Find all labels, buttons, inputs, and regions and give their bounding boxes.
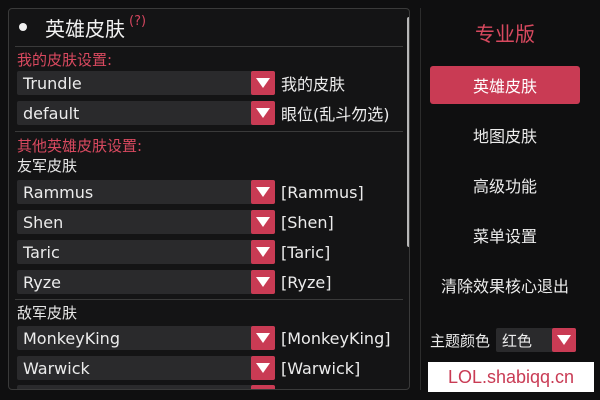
help-link[interactable]: (?) [129,14,146,29]
ally-row: Rammus [Rammus] [17,180,364,204]
chevron-down-icon[interactable] [251,326,275,350]
row-label: 眼位(乱斗勿选) [281,105,390,124]
nav-menu-settings[interactable]: 菜单设置 [430,216,580,254]
select-value: Shen [23,212,64,232]
nav-advanced[interactable]: 高级功能 [430,166,580,204]
my-skin-select[interactable]: Trundle [17,71,275,95]
row-label: [Rammus] [281,182,364,202]
row-label: [Ryze] [281,272,332,292]
ally-select[interactable]: Shen [17,210,275,234]
row-label: 我的皮肤 [281,75,346,94]
enemy-skin-label: 敌军皮肤 [17,304,78,322]
select-value: Rammus [23,182,94,202]
chevron-down-icon[interactable] [251,210,275,234]
chevron-down-icon[interactable] [251,71,275,95]
enemy-select[interactable] [17,385,275,389]
my-skin-row: Trundle 我的皮肤 [17,71,345,95]
chevron-down-icon[interactable] [251,240,275,264]
row-label: [MonkeyKing] [281,328,391,348]
select-value: MonkeyKing [23,328,120,348]
page-title: 英雄皮肤 [45,16,125,41]
ward-skin-select[interactable]: default [17,101,275,125]
bullet-icon [19,23,27,31]
my-skin-section-label: 我的皮肤设置: [17,51,113,69]
theme-color-label: 主题颜色 [430,331,491,350]
ward-skin-row: default 眼位(乱斗勿选) [17,101,390,125]
hero-skin-panel: 英雄皮肤 (?) 我的皮肤设置: Trundle 我的皮肤 default 眼位… [8,8,410,390]
row-label: [Taric] [281,242,331,262]
chevron-down-icon[interactable] [251,101,275,125]
theme-color-select[interactable]: 红色 [496,328,577,352]
nav-map-skin[interactable]: 地图皮肤 [430,116,580,154]
select-value: Warwick [23,358,90,378]
select-value: 红色 [502,331,533,350]
row-label: [Warwick] [281,358,361,378]
nav-hero-skin[interactable]: 英雄皮肤 [430,66,580,104]
enemy-select[interactable]: MonkeyKing [17,326,275,350]
chevron-down-icon[interactable] [251,385,275,389]
enemy-select[interactable]: Warwick [17,356,275,380]
ally-skin-label: 友军皮肤 [17,157,78,175]
ally-select[interactable]: Rammus [17,180,275,204]
ally-row: Taric [Taric] [17,240,330,264]
edition-label: 专业版 [475,22,535,46]
sidebar: 专业版 英雄皮肤 地图皮肤 高级功能 菜单设置 清除效果核心退出 主题颜色 红色 [420,0,600,400]
chevron-down-icon[interactable] [552,328,577,352]
other-skin-section-label: 其他英雄皮肤设置: [17,137,143,155]
theme-row: 主题颜色 红色 [430,328,577,352]
site-link[interactable]: LOL.shabiqq.cn [428,362,594,392]
ally-row: Shen [Shen] [17,210,334,234]
select-value: Taric [23,242,60,262]
divider [15,46,403,47]
enemy-row: Warwick [Warwick] [17,356,360,380]
ally-row: Ryze [Ryze] [17,270,331,294]
panel-header: 英雄皮肤 (?) [9,9,409,45]
ally-select[interactable]: Ryze [17,270,275,294]
row-label: [Shen] [281,212,334,232]
chevron-down-icon[interactable] [251,270,275,294]
divider [15,131,403,132]
enemy-row-partial [17,385,275,389]
select-value: default [23,103,80,123]
chevron-down-icon[interactable] [251,180,275,204]
scrollbar[interactable] [407,17,409,247]
ally-select[interactable]: Taric [17,240,275,264]
divider [15,299,403,300]
nav-clear-exit[interactable]: 清除效果核心退出 [430,266,580,304]
select-value: Ryze [23,272,61,292]
chevron-down-icon[interactable] [251,356,275,380]
enemy-row: MonkeyKing [MonkeyKing] [17,326,390,350]
select-value: Trundle [23,73,82,93]
